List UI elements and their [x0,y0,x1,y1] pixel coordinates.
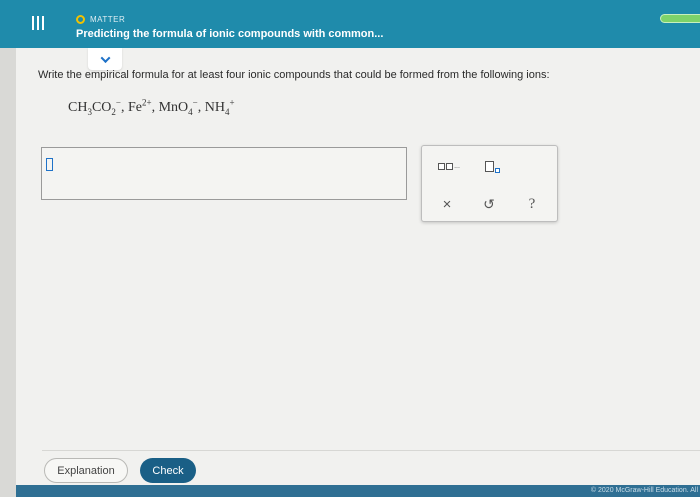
box-icon [438,162,446,170]
ion-iron: Fe2+ [127,97,152,115]
ion-ammonium: NH4+ [204,97,235,117]
top-header: MATTER Predicting the formula of ionic c… [0,0,700,48]
subscript-box-icon [494,167,500,173]
menu-icon[interactable] [30,14,46,32]
answer-input[interactable] [41,147,407,200]
ion-acetate: CH3CO2− [68,97,121,117]
footer-bar: © 2020 McGraw-Hill Education. All [16,485,700,497]
topic-row: MATTER [76,13,125,25]
clear-button[interactable]: × [436,192,458,216]
formula-toolbar: ... × ↺ ? [421,145,558,222]
undo-button[interactable]: ↺ [478,192,500,216]
box-icon [446,162,454,170]
question-panel: Write the empirical formula for at least… [16,48,700,485]
question-prompt: Write the empirical formula for at least… [38,69,550,81]
input-cursor-icon [46,158,53,171]
topic-status-icon [76,14,85,24]
page-title: Predicting the formula of ionic compound… [76,28,384,40]
topic-label: MATTER [90,14,126,24]
add-formula-unit-button[interactable]: ... [432,154,466,178]
ion-list: CH3CO2−, Fe2+, MnO4−, NH4+ [68,97,235,117]
ion-permanganate: MnO4− [158,97,198,117]
help-button[interactable]: ? [521,192,543,216]
check-button[interactable]: Check [140,458,196,483]
progress-indicator [660,14,700,23]
copyright-text: © 2020 McGraw-Hill Education. All [590,487,698,494]
divider [42,450,700,451]
subscript-icon [484,160,494,172]
subscript-button[interactable] [477,154,507,178]
chevron-down-icon [100,52,110,63]
collapse-toggle[interactable] [88,48,122,70]
explanation-button[interactable]: Explanation [44,458,128,483]
